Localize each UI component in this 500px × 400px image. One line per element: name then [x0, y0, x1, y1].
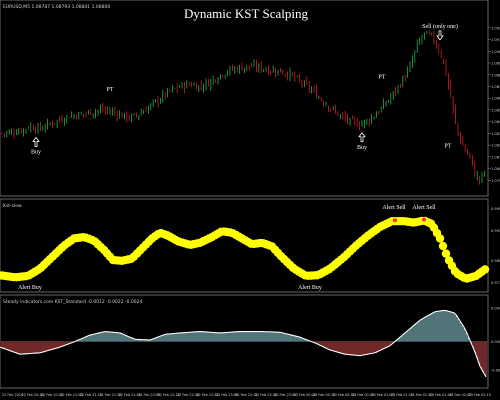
kst-slow-pane [0, 198, 489, 293]
kst-slow-tick-label: 0.9776 [491, 281, 500, 285]
alert-sell-marker [393, 218, 397, 223]
alert-sell-label: Alert Sell [412, 205, 435, 211]
price-pane [0, 0, 489, 197]
alert-buy-label: Alert Buy [18, 285, 42, 291]
price-tick-label: 1.0920 [491, 26, 500, 30]
price-tick-label: 1.0840 [491, 120, 500, 124]
kst-standard-header: Steady indicators.com KST_Standard -0.00… [3, 299, 143, 305]
buy-label: Buy [357, 145, 367, 151]
price-tick-label: 1.0880 [491, 73, 500, 77]
price-axis: 1.0920 1.0910 1.0900 1.0890 1.0880 1.0870 1.08… [488, 26, 500, 183]
price-pane-header: EURUSD,M5 1.08787 1.08793 1.08841 1.0880… [3, 4, 110, 10]
time-tick-label: 22 Feb 2016 [2, 393, 23, 397]
time-axis: 22 Feb 201622 Feb 20:3022 Feb 20:4522 Fe… [2, 393, 491, 397]
kst-slow-point [438, 241, 448, 251]
kst-slow-point [480, 265, 490, 274]
kst-standard-tick-label: 0.0047 [491, 307, 500, 311]
price-tick-label: 1.0790 [491, 179, 500, 183]
price-tick-label: 1.0810 [491, 155, 500, 159]
kst-standard-tick-label: -0.0040 [491, 368, 500, 372]
time-tick-label: 23 Feb 02:15 [469, 393, 491, 397]
profit-target-label: PT [444, 143, 451, 149]
kst-slow-header: Kst-slow [3, 203, 22, 209]
price-tick-label: 1.0850 [491, 108, 500, 112]
kst-standard-tick-label: 0.0000 [491, 340, 500, 344]
price-tick-label: 1.0900 [491, 50, 500, 54]
profit-target-label: PT [378, 74, 385, 80]
chart-title: Dynamic KST Scalping [184, 6, 308, 21]
alert-sell-label: Alert Sell [382, 205, 405, 211]
price-tick-label: 1.0890 [491, 62, 500, 66]
trading-chart: EURUSD,M5 1.08787 1.08793 1.08841 1.0880… [0, 0, 500, 397]
sell-label: Sell (only one) [422, 23, 458, 30]
kst-slow-tick-label: 0.9800 [491, 259, 500, 263]
price-tick-label: 1.0800 [491, 167, 500, 171]
kst-slow-tick-label: 0.9920 [491, 229, 500, 233]
buy-label: Buy [31, 149, 41, 155]
price-tick-label: 1.0820 [491, 144, 500, 148]
alert-buy-label: Alert Buy [298, 285, 322, 291]
price-tick-label: 1.0910 [491, 38, 500, 42]
price-tick-label: 1.0830 [491, 132, 500, 136]
kst-slow-point [435, 234, 445, 243]
kst-slow-axis: 0.9955 0.9920 0.9800 0.9776 [491, 207, 500, 285]
price-tick-label: 1.0860 [491, 97, 500, 101]
alert-sell-marker [422, 217, 426, 222]
kst-standard-axis: 0.0047 0.0000 -0.0040 [491, 307, 500, 373]
price-tick-label: 1.0870 [491, 85, 500, 89]
kst-slow-tick-label: 0.9955 [491, 207, 500, 211]
profit-target-label: PT [106, 87, 113, 93]
